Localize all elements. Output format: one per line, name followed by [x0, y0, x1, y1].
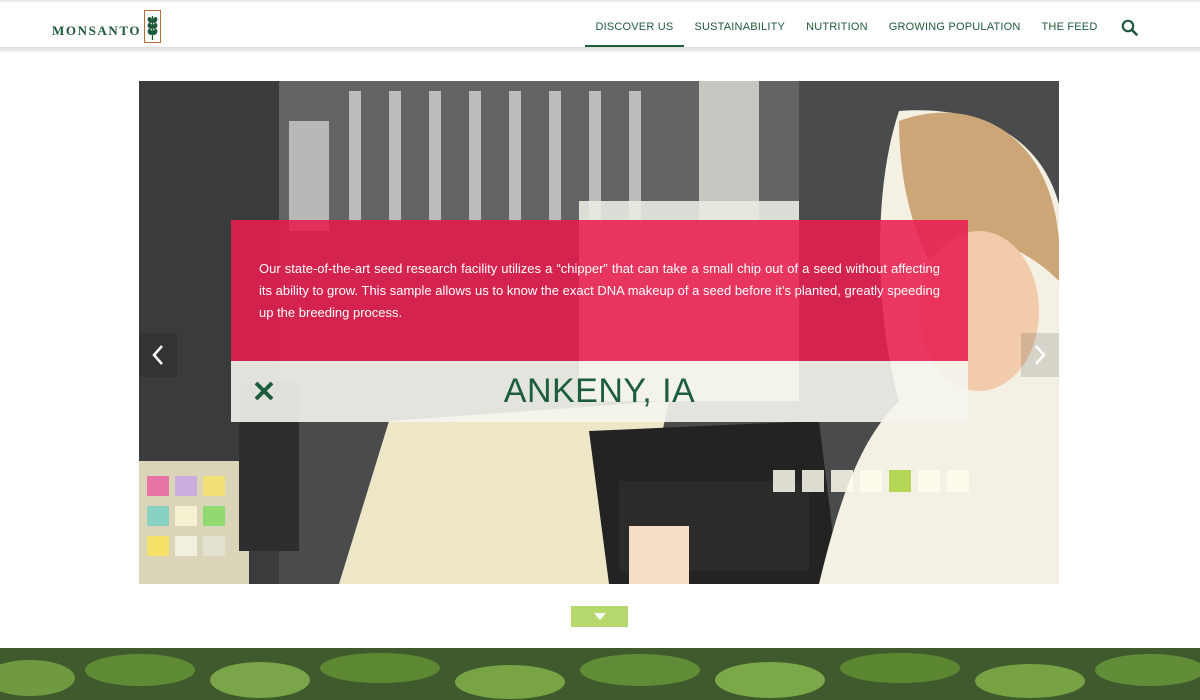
chevron-right-icon [1035, 345, 1046, 365]
search-icon[interactable] [1116, 4, 1142, 50]
slide-dot-3[interactable] [831, 470, 853, 492]
nav-sustainability[interactable]: SUSTAINABILITY [684, 4, 796, 50]
close-icon[interactable] [253, 380, 275, 402]
brand-logo[interactable]: MONSANTO [52, 8, 162, 44]
hero-slideshow: Our state-of-the-art seed research facil… [139, 81, 1059, 584]
slide-pagination [773, 470, 969, 492]
slide-caption-box: Our state-of-the-art seed research facil… [231, 220, 968, 361]
brand-name: MONSANTO [52, 23, 142, 38]
wheat-icon [144, 9, 162, 43]
site-header: MONSANTO DISCOVER US SUSTAINABILITY NUTR… [0, 2, 1200, 50]
nav-growing-population[interactable]: GROWING POPULATION [878, 4, 1031, 50]
crop-field-photo [0, 648, 1200, 700]
slide-dot-6[interactable] [918, 470, 940, 492]
slide-dot-2[interactable] [802, 470, 824, 492]
location-title: ANKENY, IA [503, 372, 696, 410]
nav-the-feed[interactable]: THE FEED [1031, 4, 1108, 50]
next-slide-button[interactable] [1021, 333, 1059, 377]
location-bar: ANKENY, IA [231, 361, 968, 422]
slide-dot-1[interactable] [773, 470, 795, 492]
header-divider [0, 47, 1200, 52]
previous-slide-button[interactable] [139, 333, 177, 377]
main-nav: DISCOVER US SUSTAINABILITY NUTRITION GRO… [584, 4, 1142, 50]
nav-nutrition[interactable]: NUTRITION [796, 4, 879, 50]
caret-down-icon [593, 613, 606, 620]
slide-caption: Our state-of-the-art seed research facil… [259, 261, 940, 320]
nav-discover-us[interactable]: DISCOVER US [584, 4, 684, 50]
scroll-down-button[interactable] [571, 606, 628, 627]
slide-dot-5[interactable] [889, 470, 911, 492]
chevron-left-icon [152, 345, 163, 365]
slide-dot-7[interactable] [947, 470, 969, 492]
slide-dot-4[interactable] [860, 470, 882, 492]
